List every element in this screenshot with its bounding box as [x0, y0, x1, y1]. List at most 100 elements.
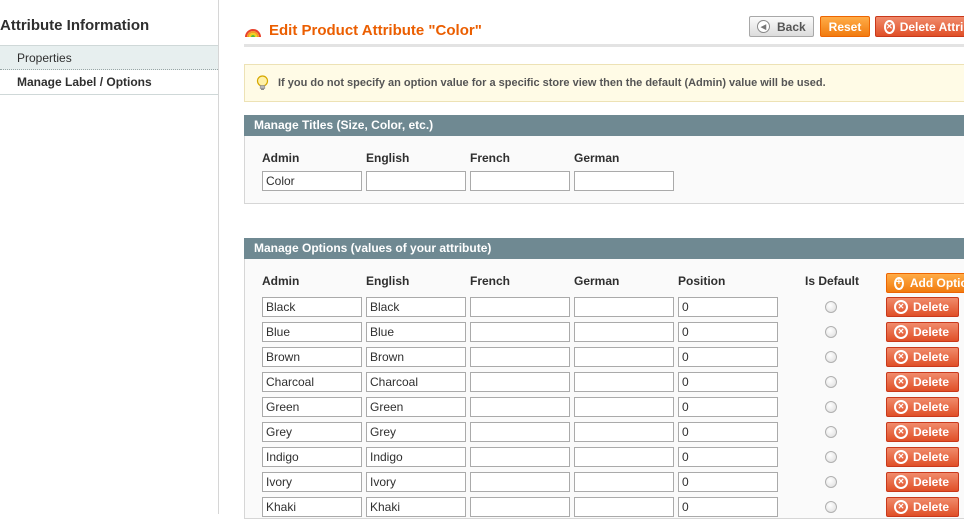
- delete-option-button[interactable]: ✕ Delete: [886, 472, 959, 492]
- option-german-input[interactable]: [574, 347, 674, 367]
- option-english-input[interactable]: [366, 347, 466, 367]
- delete-option-button[interactable]: ✕ Delete: [886, 447, 959, 467]
- options-col-position: Position: [678, 274, 726, 288]
- option-french-input[interactable]: [470, 347, 570, 367]
- option-german-input[interactable]: [574, 397, 674, 417]
- option-french-input[interactable]: [470, 497, 570, 517]
- is-default-radio[interactable]: [825, 501, 837, 513]
- delete-option-label: Delete: [913, 450, 950, 464]
- delete-option-label: Delete: [913, 325, 950, 339]
- delete-x-icon: ✕: [894, 400, 908, 414]
- is-default-radio[interactable]: [825, 301, 837, 313]
- back-arrow-icon: ◀: [757, 20, 770, 33]
- manage-titles-header: Manage Titles (Size, Color, etc.): [244, 115, 964, 136]
- delete-attribute-button[interactable]: ✕ Delete Attribute: [875, 16, 964, 37]
- titles-col-admin: Admin: [262, 151, 300, 165]
- add-option-label: Add Option: [909, 276, 964, 290]
- delete-option-button[interactable]: ✕ Delete: [886, 397, 959, 417]
- option-admin-input[interactable]: [262, 297, 362, 317]
- option-french-input[interactable]: [470, 297, 570, 317]
- delete-x-icon: ✕: [894, 425, 908, 439]
- is-default-radio[interactable]: [825, 451, 837, 463]
- option-position-input[interactable]: [678, 422, 778, 442]
- is-default-radio[interactable]: [825, 376, 837, 388]
- option-admin-input[interactable]: [262, 422, 362, 442]
- reset-button[interactable]: Reset: [820, 16, 870, 37]
- option-german-input[interactable]: [574, 447, 674, 467]
- option-german-input[interactable]: [574, 497, 674, 517]
- option-position-input[interactable]: [678, 397, 778, 417]
- option-french-input[interactable]: [470, 397, 570, 417]
- option-admin-input[interactable]: [262, 472, 362, 492]
- option-admin-input[interactable]: [262, 397, 362, 417]
- options-col-admin: Admin: [262, 274, 300, 288]
- option-admin-input[interactable]: [262, 322, 362, 342]
- title-german-input[interactable]: [574, 171, 674, 191]
- option-german-input[interactable]: [574, 422, 674, 442]
- header-divider: [244, 44, 964, 47]
- is-default-radio[interactable]: [825, 351, 837, 363]
- back-button[interactable]: ◀ Back: [749, 16, 814, 37]
- delete-x-icon: ✕: [894, 500, 908, 514]
- option-position-input[interactable]: [678, 372, 778, 392]
- title-english-input[interactable]: [366, 171, 466, 191]
- option-french-input[interactable]: [470, 447, 570, 467]
- titles-col-german: German: [574, 151, 620, 165]
- option-german-input[interactable]: [574, 372, 674, 392]
- option-german-input[interactable]: [574, 472, 674, 492]
- option-position-input[interactable]: [678, 297, 778, 317]
- back-button-label: Back: [777, 19, 806, 34]
- option-english-input[interactable]: [366, 297, 466, 317]
- delete-option-button[interactable]: ✕ Delete: [886, 347, 959, 367]
- delete-option-button[interactable]: ✕ Delete: [886, 297, 959, 317]
- is-default-radio[interactable]: [825, 326, 837, 338]
- page-title: Edit Product Attribute "Color": [244, 20, 482, 40]
- delete-x-icon: ✕: [884, 19, 895, 34]
- add-option-button[interactable]: + Add Option: [886, 273, 964, 293]
- option-french-input[interactable]: [470, 372, 570, 392]
- is-default-radio[interactable]: [825, 476, 837, 488]
- delete-x-icon: ✕: [894, 475, 908, 489]
- delete-option-label: Delete: [913, 300, 950, 314]
- title-admin-input[interactable]: [262, 171, 362, 191]
- sidebar-item-properties[interactable]: Properties: [0, 45, 218, 70]
- option-english-input[interactable]: [366, 322, 466, 342]
- option-position-input[interactable]: [678, 347, 778, 367]
- option-position-input[interactable]: [678, 497, 778, 517]
- delete-option-button[interactable]: ✕ Delete: [886, 497, 959, 517]
- option-english-input[interactable]: [366, 497, 466, 517]
- delete-option-button[interactable]: ✕ Delete: [886, 422, 959, 442]
- sidebar-item-manage-label-options[interactable]: Manage Label / Options: [0, 70, 218, 95]
- option-admin-input[interactable]: [262, 372, 362, 392]
- option-english-input[interactable]: [366, 422, 466, 442]
- option-french-input[interactable]: [470, 322, 570, 342]
- title-french-input[interactable]: [470, 171, 570, 191]
- option-french-input[interactable]: [470, 472, 570, 492]
- option-english-input[interactable]: [366, 372, 466, 392]
- option-german-input[interactable]: [574, 297, 674, 317]
- option-position-input[interactable]: [678, 472, 778, 492]
- delete-option-label: Delete: [913, 475, 950, 489]
- manage-titles-panel: [244, 136, 964, 204]
- option-admin-input[interactable]: [262, 447, 362, 467]
- option-admin-input[interactable]: [262, 497, 362, 517]
- is-default-radio[interactable]: [825, 426, 837, 438]
- delete-option-button[interactable]: ✕ Delete: [886, 372, 959, 392]
- option-german-input[interactable]: [574, 322, 674, 342]
- delete-option-label: Delete: [913, 400, 950, 414]
- option-english-input[interactable]: [366, 447, 466, 467]
- delete-option-button[interactable]: ✕ Delete: [886, 322, 959, 342]
- titles-col-french: French: [470, 151, 511, 165]
- option-position-input[interactable]: [678, 447, 778, 467]
- is-default-radio[interactable]: [825, 401, 837, 413]
- reset-button-label: Reset: [828, 19, 862, 34]
- lightbulb-icon: [256, 75, 269, 90]
- delete-x-icon: ✕: [894, 350, 908, 364]
- sidebar-title: Attribute Information: [0, 17, 150, 34]
- option-english-input[interactable]: [366, 472, 466, 492]
- option-admin-input[interactable]: [262, 347, 362, 367]
- option-position-input[interactable]: [678, 322, 778, 342]
- option-english-input[interactable]: [366, 397, 466, 417]
- option-french-input[interactable]: [470, 422, 570, 442]
- notice-box: If you do not specify an option value fo…: [244, 64, 964, 102]
